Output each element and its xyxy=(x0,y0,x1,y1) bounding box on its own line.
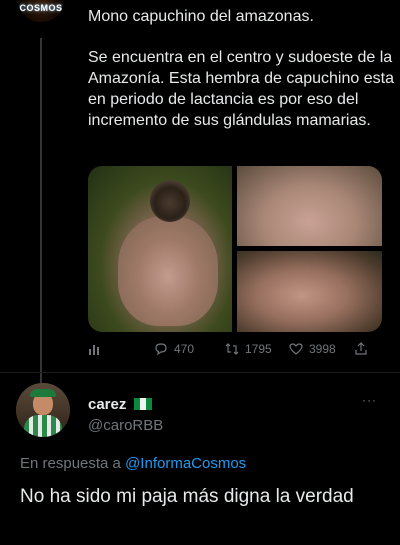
tweet-actions: 470 1795 3998 xyxy=(88,340,382,360)
reply-display-name[interactable]: carez xyxy=(88,396,126,413)
like-icon xyxy=(289,343,303,355)
stats-button[interactable] xyxy=(88,342,102,356)
tweet-body: Se encuentra en el centro y sudoeste de … xyxy=(88,49,394,129)
replying-to-link[interactable]: @InformaCosmos xyxy=(125,455,246,472)
photo-subject xyxy=(118,216,218,326)
media-photo-2[interactable] xyxy=(237,166,382,246)
reply-count: 470 xyxy=(174,342,195,356)
cosmos-logo: COSMOS xyxy=(19,3,63,13)
more-icon[interactable]: ··· xyxy=(362,393,377,407)
retweet-button[interactable]: 1795 xyxy=(225,342,272,356)
reply-text: No ha sido mi paja más digna la verdad xyxy=(20,486,354,507)
replying-to: En respuesta a @InformaCosmos xyxy=(20,455,246,472)
reply-avatar[interactable] xyxy=(16,383,70,437)
tweet-title: Mono capuchino del amazonas. xyxy=(88,8,314,25)
reply-button[interactable]: 470 xyxy=(154,342,194,356)
separator xyxy=(0,372,400,373)
like-count: 3998 xyxy=(309,342,336,356)
cosmos-avatar[interactable]: COSMOS xyxy=(18,0,64,22)
share-button[interactable] xyxy=(354,342,368,356)
tweet-text: Mono capuchino del amazonas. Se encuentr… xyxy=(88,6,394,131)
replying-to-prefix: En respuesta a xyxy=(20,455,121,472)
media-photo-1[interactable] xyxy=(88,166,232,332)
tweet-media-grid xyxy=(88,166,382,332)
reply-handle[interactable]: @caroRBB xyxy=(88,417,163,434)
avatar-shirt xyxy=(24,415,62,437)
flag-icon xyxy=(134,398,152,410)
like-button[interactable]: 3998 xyxy=(289,342,336,356)
retweet-count: 1795 xyxy=(245,342,272,356)
photo-subject-face xyxy=(150,180,190,222)
share-icon xyxy=(355,342,367,355)
retweet-icon xyxy=(225,343,239,355)
avatar-cap xyxy=(30,389,56,397)
media-photo-3[interactable] xyxy=(237,251,382,332)
reply-icon xyxy=(155,343,167,356)
thread-line xyxy=(40,38,42,383)
stats-icon xyxy=(89,345,99,355)
